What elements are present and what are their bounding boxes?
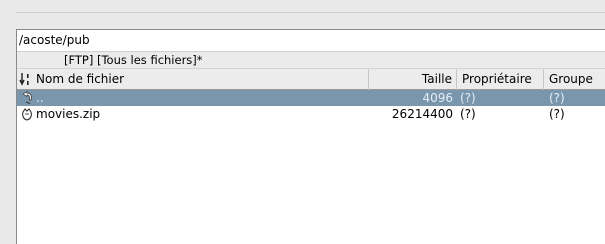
file-list: .. 4096 (?) (?) movies.zip 26214400 (?) …: [17, 90, 605, 122]
file-size: 26214400: [391, 107, 453, 121]
parent-folder-icon: [20, 90, 34, 106]
filter-indicator[interactable]: [FTP] [Tous les fichiers]*: [17, 52, 605, 68]
column-header-size[interactable]: Taille: [368, 69, 457, 90]
file-group: (?): [549, 107, 565, 121]
file-name: movies.zip: [36, 107, 101, 121]
path-field[interactable]: /acoste/pub: [17, 30, 605, 52]
file-owner: (?): [460, 107, 476, 121]
top-divider: [16, 12, 605, 13]
path-text: /acoste/pub: [19, 33, 90, 47]
file-owner: (?): [460, 91, 476, 105]
file-browser-panel: /acoste/pub [FTP] [Tous les fichiers]* N…: [16, 29, 605, 244]
file-row-movies[interactable]: movies.zip 26214400 (?) (?): [17, 106, 605, 122]
column-header: Nom de fichier Taille Propriétaire Group…: [17, 68, 605, 90]
file-group: (?): [549, 91, 565, 105]
file-row-parent[interactable]: .. 4096 (?) (?): [17, 90, 605, 106]
file-name: ..: [36, 91, 44, 105]
sort-order-icon[interactable]: [19, 72, 33, 87]
column-header-name[interactable]: Nom de fichier: [36, 69, 368, 90]
filter-text: [FTP] [Tous les fichiers]*: [64, 53, 203, 67]
file-icon: [20, 106, 34, 122]
column-header-group[interactable]: Groupe: [544, 69, 605, 90]
column-header-owner[interactable]: Propriétaire: [457, 69, 544, 90]
file-size: 4096: [422, 91, 453, 105]
